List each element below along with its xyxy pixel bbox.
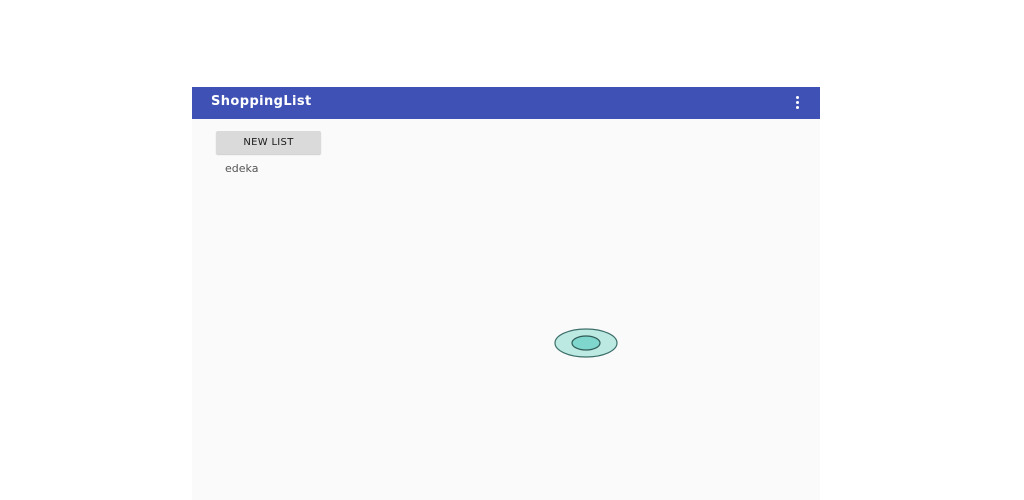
overflow-dot <box>796 106 799 109</box>
new-list-button[interactable]: NEW LIST <box>216 131 321 154</box>
more-vert-icon[interactable] <box>794 96 802 110</box>
overflow-dot <box>796 101 799 104</box>
list-item[interactable]: edeka <box>225 162 258 175</box>
app-window: ShoppingList NEW LIST edeka <box>192 87 820 500</box>
touch-indicator <box>554 327 618 365</box>
app-title: ShoppingList <box>211 94 312 109</box>
app-bar: ShoppingList <box>192 87 820 119</box>
overflow-dot <box>796 96 799 99</box>
